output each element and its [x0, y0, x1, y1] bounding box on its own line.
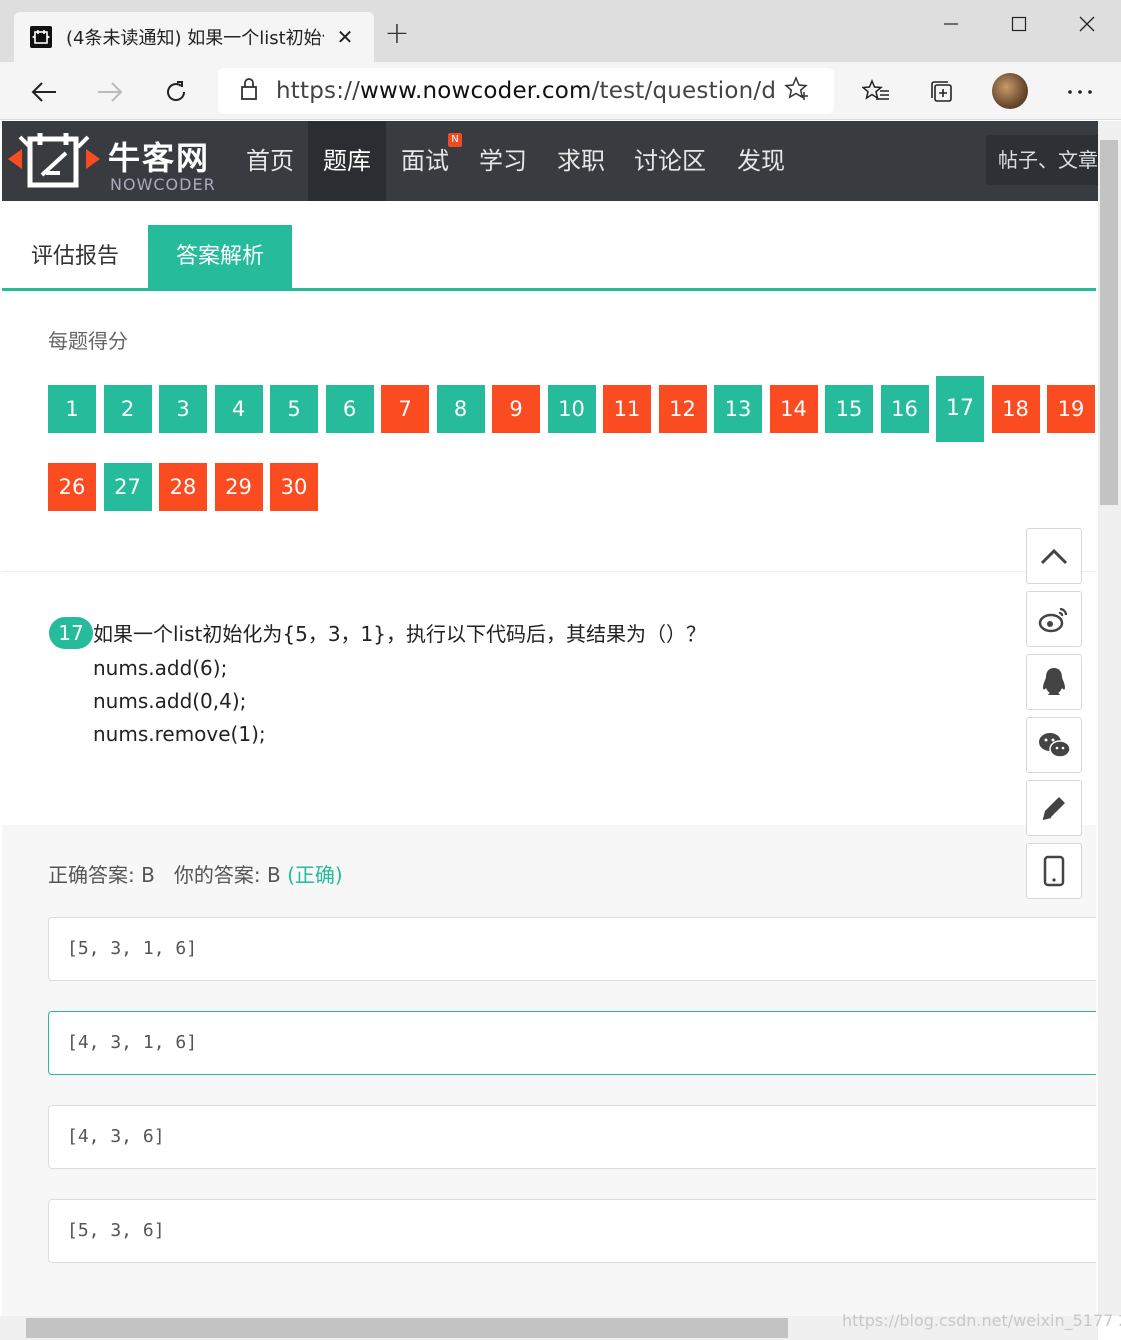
question-button-8[interactable]: 8	[436, 385, 485, 433]
main-content: 评估报告 答案解析 每题得分 17 如果一个list初始化为{5，3，1}，执行…	[2, 201, 1096, 1316]
question-button-7[interactable]: 7	[381, 385, 429, 433]
site-logo[interactable]: 牛客网 NOWCODER	[2, 121, 232, 201]
question-button-4[interactable]: 4	[214, 385, 263, 433]
wechat-icon	[1039, 733, 1071, 758]
nav-home[interactable]: 首页	[232, 121, 308, 201]
nav-interview-label: 面试	[401, 147, 449, 175]
answer-section: 正确答案: B 你的答案: B (正确) [5, 3, 1, 6] [4, 3,…	[2, 825, 1096, 1316]
qq-penguin-icon	[1043, 668, 1065, 695]
nav-discover[interactable]: 发现	[720, 121, 802, 201]
browser-tab-bar: (4条未读通知) 如果一个list初始化 ✕ +	[0, 0, 1121, 62]
question-button-30[interactable]: 30	[270, 463, 318, 511]
logo-mark-icon	[8, 133, 100, 188]
question-text: 如果一个list初始化为{5，3，1}，执行以下代码后，其结果为（）？	[93, 622, 706, 646]
collections-icon[interactable]	[922, 72, 962, 112]
share-weibo-button[interactable]	[1026, 591, 1082, 647]
refresh-icon[interactable]	[156, 72, 196, 112]
url-text: https://www.nowcoder.com/test/question/d…	[276, 78, 776, 104]
nav-jobs[interactable]: 求职	[542, 121, 620, 201]
mobile-view-button[interactable]	[1026, 843, 1082, 899]
lock-icon	[240, 77, 258, 105]
browser-tab-title: (4条未读通知) 如果一个list初始化	[66, 28, 324, 49]
nav-question-bank[interactable]: 题库	[308, 121, 386, 201]
question-button-11[interactable]: 11	[603, 385, 651, 433]
question-button-3[interactable]: 3	[159, 385, 207, 433]
more-menu-icon[interactable]	[1060, 72, 1100, 112]
code-line: nums.add(6);	[93, 656, 228, 680]
close-window-icon[interactable]	[1062, 8, 1112, 40]
browser-tab[interactable]: (4条未读通知) 如果一个list初始化 ✕	[14, 12, 374, 62]
question-button-10[interactable]: 10	[547, 385, 596, 433]
question-button-28[interactable]: 28	[159, 463, 207, 511]
nav-interview[interactable]: 面试 N	[386, 121, 464, 201]
url-bar[interactable]: https://www.nowcoder.com/test/question/d…	[218, 68, 834, 114]
question-button-5[interactable]: 5	[270, 385, 318, 433]
divider	[2, 571, 1096, 572]
option-c[interactable]: [4, 3, 6]	[48, 1105, 1096, 1169]
question-button-29[interactable]: 29	[214, 463, 263, 511]
question-button-27[interactable]: 27	[103, 463, 152, 511]
question-button-14[interactable]: 14	[769, 385, 818, 433]
site-search-input[interactable]: 帖子、文章	[986, 135, 1100, 185]
code-line: nums.remove(1);	[93, 722, 266, 746]
tab-close-icon[interactable]: ✕	[334, 25, 356, 49]
question-button-18[interactable]: 18	[991, 385, 1040, 433]
correct-answer: 正确答案: B	[48, 863, 155, 887]
tab-evaluation-report[interactable]: 评估报告	[2, 225, 148, 288]
share-qq-button[interactable]	[1026, 654, 1082, 710]
logo-text: 牛客网	[108, 139, 211, 177]
favorites-list-icon[interactable]	[856, 72, 896, 112]
profile-avatar[interactable]	[992, 73, 1028, 109]
question-button-17[interactable]: 17	[936, 376, 984, 442]
question-button-6[interactable]: 6	[325, 385, 374, 433]
new-tab-button[interactable]: +	[382, 19, 412, 50]
logo-subtext: NOWCODER	[110, 175, 216, 194]
question-button-12[interactable]: 12	[658, 385, 707, 433]
back-arrow-icon[interactable]	[24, 72, 64, 112]
forward-arrow-icon[interactable]	[90, 72, 130, 112]
answer-status: (正确)	[287, 863, 343, 887]
question-button-9[interactable]: 9	[492, 385, 540, 433]
option-d[interactable]: [5, 3, 6]	[48, 1199, 1096, 1263]
watermark-text: https://blog.csdn.net/weixin_5177 29	[842, 1311, 1121, 1330]
phone-icon	[1043, 855, 1065, 887]
maximize-icon[interactable]	[994, 8, 1044, 40]
nav-discuss[interactable]: 讨论区	[620, 121, 720, 201]
favorite-star-icon[interactable]	[784, 76, 810, 106]
question-button-16[interactable]: 16	[880, 385, 929, 433]
weibo-icon	[1038, 607, 1068, 633]
edit-note-button[interactable]	[1026, 780, 1082, 836]
option-a[interactable]: [5, 3, 1, 6]	[48, 917, 1096, 981]
minimize-icon[interactable]	[926, 8, 976, 40]
score-title: 每题得分	[48, 329, 128, 353]
answer-summary: 正确答案: B 你的答案: B (正确)	[48, 859, 343, 888]
question-button-19[interactable]: 19	[1047, 385, 1095, 433]
address-toolbar: https://www.nowcoder.com/test/question/d…	[0, 62, 1121, 120]
question-button-1[interactable]: 1	[48, 385, 96, 433]
back-to-top-button[interactable]	[1026, 528, 1082, 584]
site-header: 牛客网 NOWCODER 首页 题库 面试 N 学习 求职 讨论区 发现 帖子、…	[2, 121, 1100, 201]
new-badge: N	[448, 133, 462, 147]
option-b[interactable]: [4, 3, 1, 6]	[48, 1011, 1096, 1075]
nowcoder-favicon-icon	[30, 26, 52, 48]
code-line: nums.add(0,4);	[93, 689, 247, 713]
question-button-2[interactable]: 2	[103, 385, 152, 433]
chevron-up-icon	[1040, 548, 1068, 565]
vertical-scroll-thumb[interactable]	[1100, 140, 1118, 505]
question-button-15[interactable]: 15	[825, 385, 873, 433]
your-answer: 你的答案: B	[173, 863, 281, 887]
question-button-26[interactable]: 26	[48, 463, 96, 511]
question-number-badge: 17	[49, 617, 93, 649]
report-tabs: 评估报告 答案解析	[2, 225, 1096, 291]
nav-learn[interactable]: 学习	[464, 121, 542, 201]
tab-answer-analysis[interactable]: 答案解析	[148, 225, 292, 288]
question-button-13[interactable]: 13	[714, 385, 762, 433]
pencil-icon	[1042, 797, 1065, 820]
horizontal-scroll-thumb[interactable]	[26, 1318, 788, 1338]
share-wechat-button[interactable]	[1026, 717, 1082, 773]
